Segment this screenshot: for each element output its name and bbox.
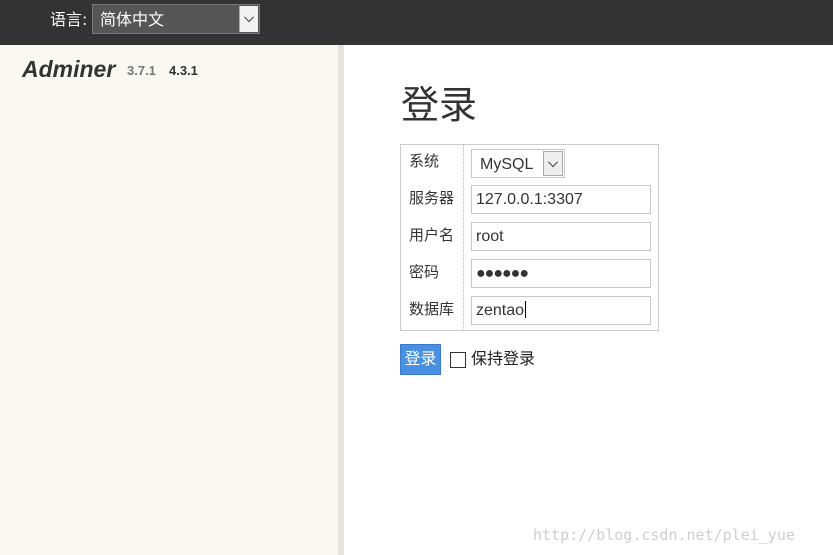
server-label: 服务器 bbox=[409, 189, 455, 207]
language-select[interactable]: 简体中文 bbox=[92, 4, 260, 34]
login-form-table: 系统 MySQL 服务器 127.0.0.1:3307 用户名 root 密码 … bbox=[400, 144, 659, 331]
sidebar-divider bbox=[338, 45, 344, 555]
login-button[interactable]: 登录 bbox=[400, 344, 441, 375]
system-select-value: MySQL bbox=[480, 156, 534, 173]
database-label: 数据库 bbox=[409, 300, 455, 318]
page-title: 登录 bbox=[401, 83, 478, 127]
table-divider bbox=[463, 145, 464, 330]
password-label: 密码 bbox=[409, 263, 440, 281]
password-input[interactable]: ●●●●●● bbox=[471, 259, 651, 288]
app-logo-link[interactable]: Adminer bbox=[22, 55, 115, 83]
language-select-value: 简体中文 bbox=[100, 10, 165, 29]
chevron-down-icon bbox=[244, 12, 254, 23]
version-old: 3.7.1 bbox=[127, 63, 156, 78]
permanent-login-label[interactable]: 保持登录 bbox=[471, 349, 535, 369]
server-input[interactable]: 127.0.0.1:3307 bbox=[471, 185, 651, 214]
chevron-down-icon bbox=[548, 156, 558, 167]
version-new-link[interactable]: 4.3.1 bbox=[169, 62, 198, 80]
server-input-value: 127.0.0.1:3307 bbox=[476, 191, 583, 208]
language-label: 语言: bbox=[50, 10, 88, 29]
system-select-arrow[interactable] bbox=[543, 151, 563, 176]
username-input-value: root bbox=[476, 228, 504, 245]
permanent-login-checkbox[interactable] bbox=[450, 352, 466, 368]
text-caret bbox=[525, 301, 527, 318]
language-bar: 语言: 简体中文 bbox=[0, 0, 833, 45]
system-label: 系统 bbox=[409, 152, 440, 170]
watermark: http://blog.csdn.net/plei_yue bbox=[533, 526, 795, 544]
sidebar bbox=[0, 45, 338, 555]
system-select[interactable]: MySQL bbox=[471, 149, 565, 178]
database-input[interactable]: zentao bbox=[471, 296, 651, 325]
database-input-value: zentao bbox=[476, 302, 525, 319]
language-select-arrow[interactable] bbox=[239, 6, 258, 32]
database-input-text: zentao bbox=[476, 301, 527, 321]
username-input[interactable]: root bbox=[471, 222, 651, 251]
password-input-value: ●●●●●● bbox=[476, 265, 529, 282]
username-label: 用户名 bbox=[409, 226, 455, 244]
